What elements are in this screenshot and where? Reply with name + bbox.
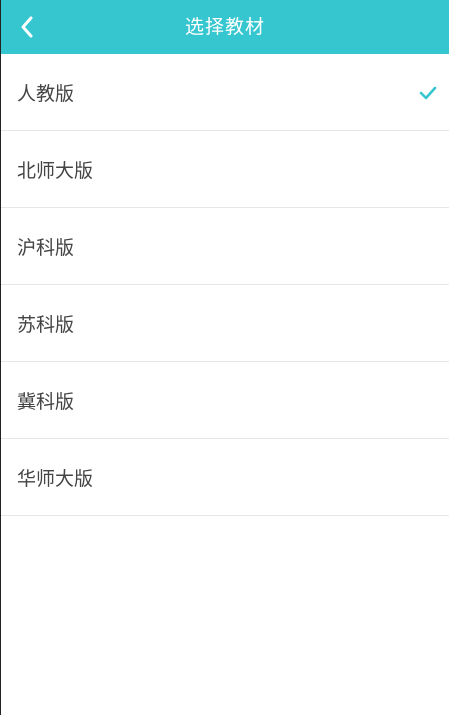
textbook-item-beishida[interactable]: 北师大版 — [1, 131, 449, 208]
textbook-item-renjiao[interactable]: 人教版 — [1, 54, 449, 131]
top-navigation-bar: 选择教材 — [1, 0, 449, 54]
textbook-item-label: 华师大版 — [17, 468, 94, 490]
textbook-item-label: 冀科版 — [17, 391, 75, 413]
screen: 选择教材 人教版 北师大版 沪科版 苏科版 冀科版 华师大版 — [0, 0, 449, 715]
textbook-item-label: 人教版 — [17, 83, 75, 105]
selected-checkmark — [419, 54, 437, 131]
textbook-item-label: 苏科版 — [17, 314, 75, 336]
textbook-item-label: 沪科版 — [17, 237, 75, 259]
textbook-item-huashida[interactable]: 华师大版 — [1, 439, 449, 516]
page-title: 选择教材 — [184, 16, 265, 38]
checkmark-icon — [419, 86, 437, 99]
textbook-item-suke[interactable]: 苏科版 — [1, 285, 449, 362]
textbook-item-jike[interactable]: 冀科版 — [1, 362, 449, 439]
textbook-list: 人教版 北师大版 沪科版 苏科版 冀科版 华师大版 — [1, 54, 449, 516]
textbook-item-label: 北师大版 — [17, 160, 94, 182]
textbook-item-hueke[interactable]: 沪科版 — [1, 208, 449, 285]
